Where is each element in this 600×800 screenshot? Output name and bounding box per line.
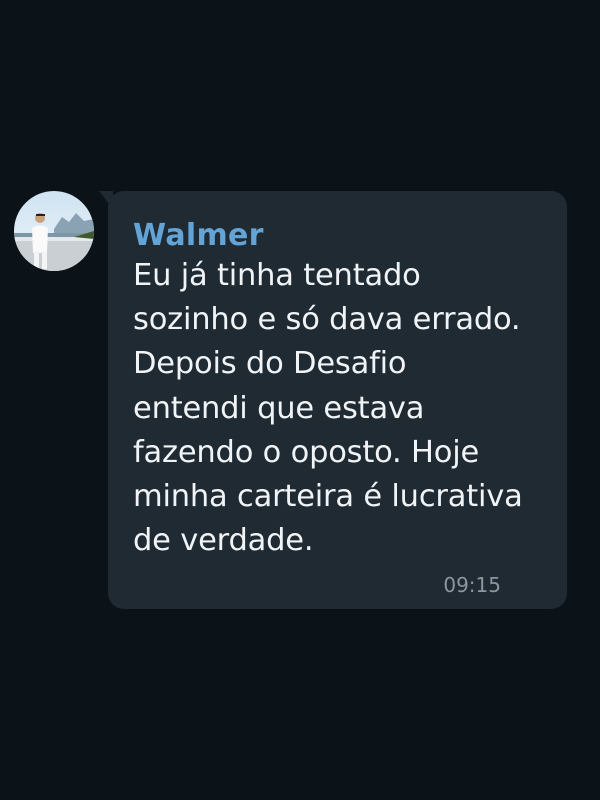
message-timestamp: 09:15	[443, 573, 501, 597]
message-bubble[interactable]: Walmer Eu já tinha tentado sozinho e só …	[108, 191, 567, 609]
avatar-photo-icon	[14, 191, 94, 271]
sender-name[interactable]: Walmer	[133, 218, 541, 254]
message-text: Eu já tinha tentado sozinho e só dava er…	[133, 258, 523, 559]
avatar[interactable]	[14, 191, 94, 271]
